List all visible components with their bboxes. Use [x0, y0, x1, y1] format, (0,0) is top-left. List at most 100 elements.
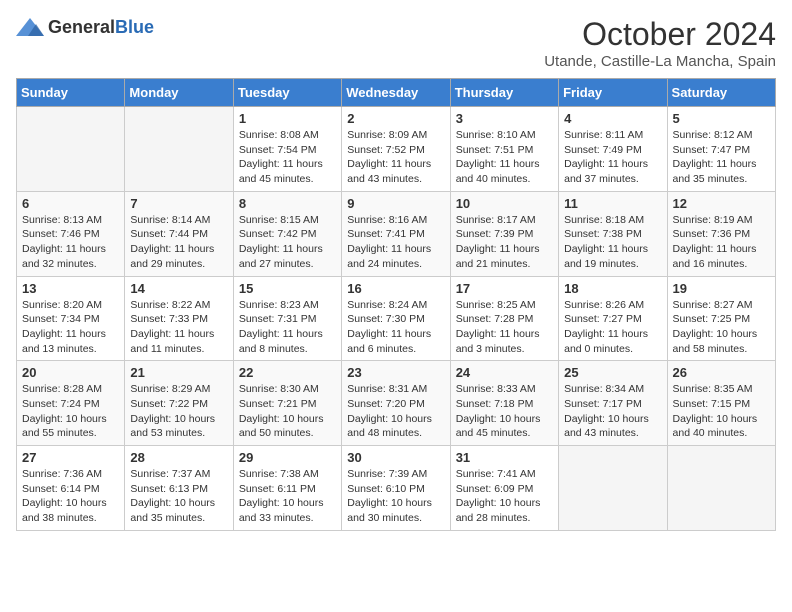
- day-number: 17: [456, 281, 553, 296]
- calendar-cell: 21Sunrise: 8:29 AM Sunset: 7:22 PM Dayli…: [125, 361, 233, 446]
- calendar-cell: 19 Sunrise: 8:27 AM Sunset: 7:25 PM Dayli…: [667, 276, 775, 361]
- calendar-cell: 1 Sunrise: 8:08 AM Sunset: 7:54 PM Daylig…: [233, 107, 341, 192]
- day-info: Sunrise: 7:39 AM Sunset: 6:10 PM Dayligh…: [347, 467, 444, 526]
- logo: GeneralBlue: [16, 16, 154, 38]
- logo-general-text: General: [48, 17, 115, 37]
- calendar-week-1: 1 Sunrise: 8:08 AM Sunset: 7:54 PM Daylig…: [17, 107, 776, 192]
- day-info: Sunrise: 8:16 AM Sunset: 7:41 PM Dayligh…: [347, 213, 444, 272]
- day-number: 10: [456, 196, 553, 211]
- month-title: October 2024: [544, 16, 776, 53]
- calendar-cell: 5Sunrise: 8:12 AM Sunset: 7:47 PM Daylig…: [667, 107, 775, 192]
- day-number: 13: [22, 281, 119, 296]
- weekday-friday: Friday: [559, 79, 667, 107]
- calendar-cell: 18 Sunrise: 8:26 AM Sunset: 7:27 PM Dayli…: [559, 276, 667, 361]
- calendar-cell: 29 Sunrise: 7:38 AM Sunset: 6:11 PM Dayli…: [233, 446, 341, 531]
- calendar-week-3: 13 Sunrise: 8:20 AM Sunset: 7:34 PM Dayli…: [17, 276, 776, 361]
- day-info: Sunrise: 8:30 AM Sunset: 7:21 PM Dayligh…: [239, 382, 336, 441]
- day-info: Sunrise: 8:35 AM Sunset: 7:15 PM Dayligh…: [673, 382, 770, 441]
- calendar-cell: 7Sunrise: 8:14 AM Sunset: 7:44 PM Daylig…: [125, 191, 233, 276]
- day-info: Sunrise: 8:23 AM Sunset: 7:31 PM Dayligh…: [239, 298, 336, 357]
- calendar-week-4: 20 Sunrise: 8:28 AM Sunset: 7:24 PM Dayli…: [17, 361, 776, 446]
- calendar-cell: 4 Sunrise: 8:11 AM Sunset: 7:49 PM Daylig…: [559, 107, 667, 192]
- day-info: Sunrise: 8:34 AM Sunset: 7:17 PM Dayligh…: [564, 382, 661, 441]
- day-info: Sunrise: 8:10 AM Sunset: 7:51 PM Dayligh…: [456, 128, 553, 187]
- day-info: Sunrise: 7:38 AM Sunset: 6:11 PM Dayligh…: [239, 467, 336, 526]
- day-number: 24: [456, 365, 553, 380]
- calendar-cell: [17, 107, 125, 192]
- day-number: 6: [22, 196, 119, 211]
- day-number: 19: [673, 281, 770, 296]
- day-number: 28: [130, 450, 227, 465]
- day-info: Sunrise: 8:17 AM Sunset: 7:39 PM Dayligh…: [456, 213, 553, 272]
- calendar-cell: 17Sunrise: 8:25 AM Sunset: 7:28 PM Dayli…: [450, 276, 558, 361]
- day-number: 26: [673, 365, 770, 380]
- day-info: Sunrise: 7:36 AM Sunset: 6:14 PM Dayligh…: [22, 467, 119, 526]
- day-info: Sunrise: 8:13 AM Sunset: 7:46 PM Dayligh…: [22, 213, 119, 272]
- day-info: Sunrise: 8:29 AM Sunset: 7:22 PM Dayligh…: [130, 382, 227, 441]
- calendar-cell: 15 Sunrise: 8:23 AM Sunset: 7:31 PM Dayli…: [233, 276, 341, 361]
- calendar-cell: 30Sunrise: 7:39 AM Sunset: 6:10 PM Dayli…: [342, 446, 450, 531]
- calendar-cell: 13 Sunrise: 8:20 AM Sunset: 7:34 PM Dayli…: [17, 276, 125, 361]
- day-info: Sunrise: 8:11 AM Sunset: 7:49 PM Dayligh…: [564, 128, 661, 187]
- calendar-cell: 20 Sunrise: 8:28 AM Sunset: 7:24 PM Dayli…: [17, 361, 125, 446]
- calendar-week-2: 6 Sunrise: 8:13 AM Sunset: 7:46 PM Daylig…: [17, 191, 776, 276]
- calendar-cell: 8Sunrise: 8:15 AM Sunset: 7:42 PM Daylig…: [233, 191, 341, 276]
- day-info: Sunrise: 8:08 AM Sunset: 7:54 PM Dayligh…: [239, 128, 336, 187]
- calendar-cell: [667, 446, 775, 531]
- day-number: 25: [564, 365, 661, 380]
- day-number: 5: [673, 111, 770, 126]
- calendar-cell: 9 Sunrise: 8:16 AM Sunset: 7:41 PM Daylig…: [342, 191, 450, 276]
- weekday-tuesday: Tuesday: [233, 79, 341, 107]
- calendar-cell: 24 Sunrise: 8:33 AM Sunset: 7:18 PM Dayli…: [450, 361, 558, 446]
- calendar-table: SundayMondayTuesdayWednesdayThursdayFrid…: [16, 78, 776, 531]
- calendar-cell: 2Sunrise: 8:09 AM Sunset: 7:52 PM Daylig…: [342, 107, 450, 192]
- day-number: 2: [347, 111, 444, 126]
- day-number: 29: [239, 450, 336, 465]
- calendar-cell: 14 Sunrise: 8:22 AM Sunset: 7:33 PM Dayli…: [125, 276, 233, 361]
- calendar-cell: 22 Sunrise: 8:30 AM Sunset: 7:21 PM Dayli…: [233, 361, 341, 446]
- day-number: 18: [564, 281, 661, 296]
- calendar-cell: 27 Sunrise: 7:36 AM Sunset: 6:14 PM Dayli…: [17, 446, 125, 531]
- calendar-cell: 31Sunrise: 7:41 AM Sunset: 6:09 PM Dayli…: [450, 446, 558, 531]
- day-number: 12: [673, 196, 770, 211]
- title-block: October 2024 Utande, Castille-La Mancha,…: [544, 16, 776, 70]
- day-number: 9: [347, 196, 444, 211]
- calendar-cell: 10 Sunrise: 8:17 AM Sunset: 7:39 PM Dayli…: [450, 191, 558, 276]
- day-info: Sunrise: 8:33 AM Sunset: 7:18 PM Dayligh…: [456, 382, 553, 441]
- day-number: 15: [239, 281, 336, 296]
- day-number: 27: [22, 450, 119, 465]
- day-number: 11: [564, 196, 661, 211]
- day-info: Sunrise: 7:37 AM Sunset: 6:13 PM Dayligh…: [130, 467, 227, 526]
- day-info: Sunrise: 8:26 AM Sunset: 7:27 PM Dayligh…: [564, 298, 661, 357]
- calendar-cell: 16 Sunrise: 8:24 AM Sunset: 7:30 PM Dayli…: [342, 276, 450, 361]
- calendar-cell: 3 Sunrise: 8:10 AM Sunset: 7:51 PM Daylig…: [450, 107, 558, 192]
- day-number: 23: [347, 365, 444, 380]
- calendar-cell: 11Sunrise: 8:18 AM Sunset: 7:38 PM Dayli…: [559, 191, 667, 276]
- weekday-header-row: SundayMondayTuesdayWednesdayThursdayFrid…: [17, 79, 776, 107]
- weekday-wednesday: Wednesday: [342, 79, 450, 107]
- day-info: Sunrise: 8:20 AM Sunset: 7:34 PM Dayligh…: [22, 298, 119, 357]
- calendar-cell: 25 Sunrise: 8:34 AM Sunset: 7:17 PM Dayli…: [559, 361, 667, 446]
- calendar-cell: [559, 446, 667, 531]
- calendar-cell: 6 Sunrise: 8:13 AM Sunset: 7:46 PM Daylig…: [17, 191, 125, 276]
- day-number: 8: [239, 196, 336, 211]
- day-number: 20: [22, 365, 119, 380]
- weekday-saturday: Saturday: [667, 79, 775, 107]
- day-number: 7: [130, 196, 227, 211]
- day-info: Sunrise: 8:27 AM Sunset: 7:25 PM Dayligh…: [673, 298, 770, 357]
- day-number: 3: [456, 111, 553, 126]
- day-number: 14: [130, 281, 227, 296]
- day-number: 31: [456, 450, 553, 465]
- day-number: 16: [347, 281, 444, 296]
- day-number: 1: [239, 111, 336, 126]
- day-number: 4: [564, 111, 661, 126]
- day-info: Sunrise: 8:22 AM Sunset: 7:33 PM Dayligh…: [130, 298, 227, 357]
- calendar-cell: 28 Sunrise: 7:37 AM Sunset: 6:13 PM Dayli…: [125, 446, 233, 531]
- day-info: Sunrise: 8:28 AM Sunset: 7:24 PM Dayligh…: [22, 382, 119, 441]
- weekday-thursday: Thursday: [450, 79, 558, 107]
- day-info: Sunrise: 8:24 AM Sunset: 7:30 PM Dayligh…: [347, 298, 444, 357]
- day-number: 22: [239, 365, 336, 380]
- weekday-sunday: Sunday: [17, 79, 125, 107]
- calendar-cell: [125, 107, 233, 192]
- calendar-week-5: 27 Sunrise: 7:36 AM Sunset: 6:14 PM Dayli…: [17, 446, 776, 531]
